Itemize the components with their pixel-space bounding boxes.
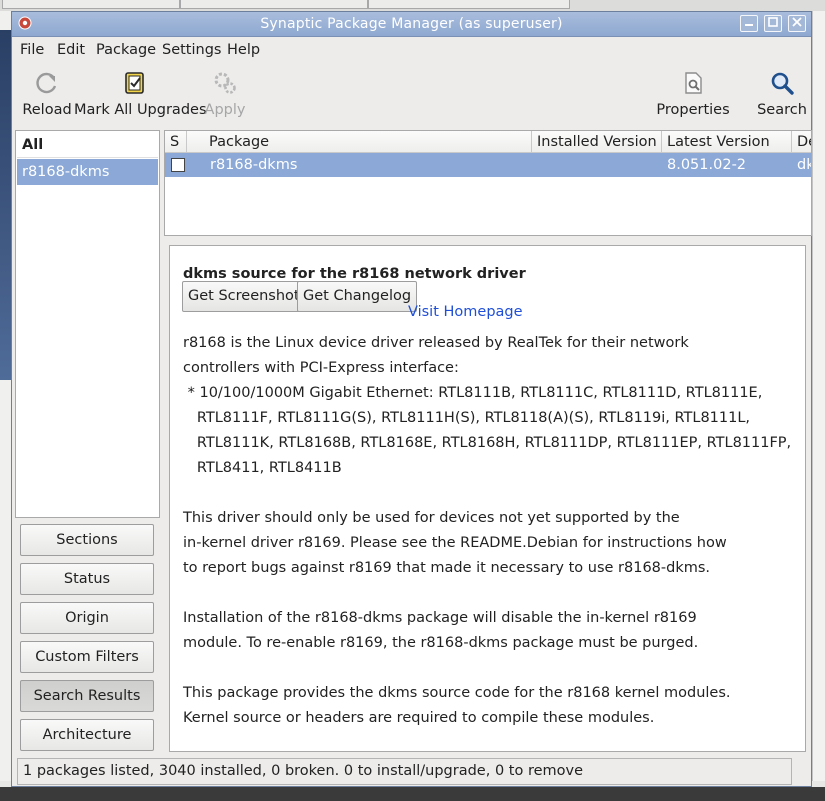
maximize-button[interactable] (764, 15, 782, 32)
filter-list: All r8168-dkms (15, 130, 160, 518)
menu-settings[interactable]: Settings (162, 42, 221, 58)
menu-edit[interactable]: Edit (57, 42, 85, 58)
description-line: to report bugs against r8169 that made i… (183, 560, 711, 576)
background-desktop-strip (0, 30, 11, 380)
description-line: controllers with PCI-Express interface: (183, 360, 459, 376)
status-button[interactable]: Status (20, 563, 154, 595)
mark-upgrades-icon (125, 72, 144, 94)
close-button[interactable] (788, 15, 806, 32)
description-line: RTL8111K, RTL8168B, RTL8168E, RTL8168H, … (183, 435, 792, 451)
description-line: r8168 is the Linux device driver release… (183, 335, 689, 351)
column-header-package[interactable]: Package (187, 131, 532, 153)
reload-icon (36, 72, 57, 94)
reload-button[interactable]: Reload (18, 64, 76, 128)
reload-label: Reload (22, 102, 72, 118)
description-line: Kernel source or headers are required to… (183, 710, 655, 726)
table-row[interactable]: r8168-dkms 8.051.02-2 dk (165, 153, 811, 177)
architecture-button[interactable]: Architecture (20, 719, 154, 751)
origin-button[interactable]: Origin (20, 602, 154, 634)
menu-help[interactable]: Help (227, 42, 260, 58)
sections-button[interactable]: Sections (20, 524, 154, 556)
column-header-installed-version[interactable]: Installed Version (532, 131, 662, 153)
description-line: This package provides the dkms source co… (183, 685, 731, 701)
properties-icon (685, 72, 702, 94)
package-table: S Package Installed Version Latest Versi… (164, 130, 812, 236)
description-line: RTL8111F, RTL8111G(S), RTL8111H(S), RTL8… (183, 410, 751, 426)
close-icon (792, 17, 802, 27)
column-header-latest-version[interactable]: Latest Version (662, 131, 792, 153)
visit-homepage-link[interactable]: Visit Homepage (408, 304, 523, 320)
description-cell: dk (797, 157, 811, 173)
description-line: RTL8411, RTL8411B (183, 460, 342, 476)
package-checkbox[interactable] (171, 158, 185, 172)
mark-all-upgrades-button[interactable]: Mark All Upgrades (74, 64, 207, 128)
menu-file[interactable]: File (20, 42, 44, 58)
custom-filters-button[interactable]: Custom Filters (20, 641, 154, 673)
menu-bar: File Edit Package Settings Help (12, 37, 811, 63)
menu-package[interactable]: Package (96, 42, 156, 58)
status-bar: 1 packages listed, 3040 installed, 0 bro… (17, 758, 792, 785)
background-taskbar (0, 787, 825, 801)
maximize-icon (768, 17, 778, 27)
minimize-icon (745, 24, 753, 26)
column-header-status[interactable]: S (165, 131, 187, 153)
properties-button[interactable]: Properties (655, 64, 731, 128)
description-line: module. To re-enable r8169, the r8168-dk… (183, 635, 699, 651)
get-changelog-button[interactable]: Get Changelog (297, 281, 418, 312)
title-bar[interactable]: Synaptic Package Manager (as superuser) (12, 12, 811, 37)
column-header-description[interactable]: De (792, 131, 811, 153)
search-results-button[interactable]: Search Results (20, 680, 154, 712)
mark-all-upgrades-label: Mark All Upgrades (74, 102, 207, 118)
description-line: * 10/100/1000M Gigabit Ethernet: RTL8111… (183, 385, 763, 401)
get-screenshot-button[interactable]: Get Screenshot (182, 281, 306, 312)
package-name-cell: r8168-dkms (210, 157, 298, 173)
description-line: Installation of the r8168-dkms package w… (183, 610, 697, 626)
search-label: Search (757, 102, 807, 118)
toolbar: Reload Mark All Upgrades Apply Propertie… (12, 64, 811, 128)
synaptic-window: Synaptic Package Manager (as superuser) … (11, 11, 812, 787)
filter-item-r8168-dkms[interactable]: r8168-dkms (17, 159, 158, 185)
package-summary-title: dkms source for the r8168 network driver (183, 266, 526, 282)
apply-button[interactable]: Apply (202, 64, 248, 128)
search-icon (771, 72, 794, 95)
package-details-panel: dkms source for the r8168 network driver… (169, 245, 806, 752)
search-button[interactable]: Search (754, 64, 810, 128)
background-window-right (812, 11, 825, 781)
filter-list-header[interactable]: All (17, 132, 158, 158)
description-line: in-kernel driver r8169. Please see the R… (183, 535, 727, 551)
apply-gears-icon (214, 72, 236, 94)
latest-version-cell: 8.051.02-2 (667, 157, 747, 173)
minimize-button[interactable] (740, 15, 758, 32)
properties-label: Properties (656, 102, 730, 118)
window-title: Synaptic Package Manager (as superuser) (260, 16, 563, 32)
description-line: This driver should only be used for devi… (183, 510, 680, 526)
apply-label: Apply (204, 102, 246, 118)
